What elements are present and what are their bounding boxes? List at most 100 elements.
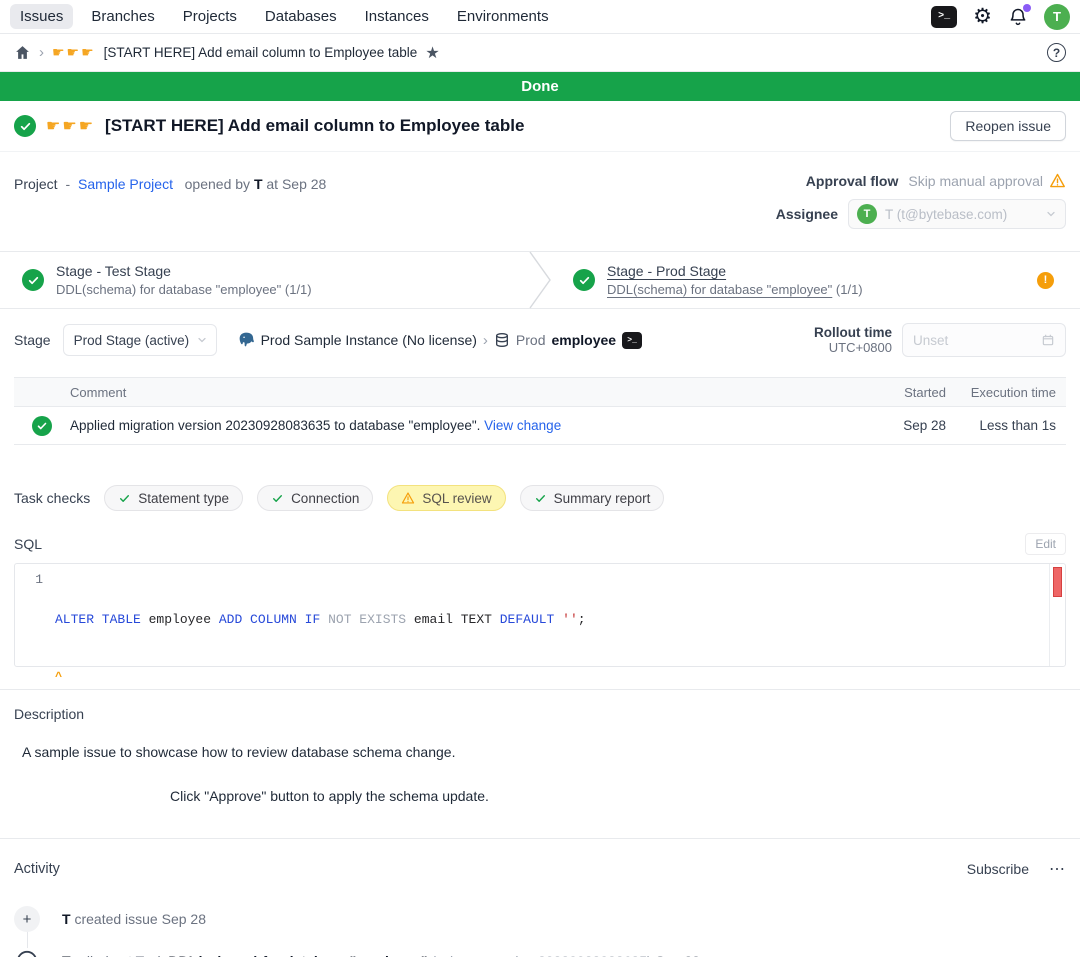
nav-item-instances[interactable]: Instances (355, 4, 439, 29)
header-started: Started (886, 385, 956, 400)
issue-done-check-icon (14, 115, 36, 137)
task-checks: Task checks Statement type Connection SQ… (0, 485, 1080, 511)
pill-label: Statement type (138, 491, 229, 506)
task-execution-time: Less than 1s (956, 418, 1066, 433)
editor-overview-ruler[interactable] (1049, 564, 1065, 666)
stage-prod-title[interactable]: Stage - Prod Stage (607, 263, 863, 279)
user-avatar[interactable]: T (1044, 4, 1070, 30)
more-options-icon[interactable]: ⋯ (1049, 859, 1066, 879)
sql-section-header: SQL Edit (0, 533, 1080, 555)
view-change-link[interactable]: View change (484, 418, 561, 433)
activity-action: rolled out Task (74, 953, 164, 957)
sql-code[interactable]: ALTER TABLE employee ADD COLUMN IF NOT E… (55, 564, 1049, 666)
project-dash: - (65, 176, 70, 192)
stage-bar: Stage - Test Stage DDL(schema) for datab… (0, 251, 1080, 309)
pill-label: Connection (291, 491, 359, 506)
help-icon[interactable]: ? (1047, 43, 1066, 62)
stage-test-subtitle: DDL(schema) for database "employee" (1/1… (56, 282, 312, 297)
stage-alert-icon[interactable]: ! (1037, 272, 1054, 289)
pill-label: Summary report (554, 491, 651, 506)
activity-text: created issue Sep 28 (74, 911, 206, 927)
opened-at: at Sep 28 (266, 176, 326, 192)
sql-label: SQL (14, 536, 42, 552)
opened-by-prefix: opened by (185, 176, 250, 192)
chevron-down-icon (196, 334, 208, 346)
sql-editor-terminal-icon[interactable]: >_ (931, 6, 957, 28)
stage-select[interactable]: Prod Stage (active) (63, 324, 217, 356)
description-line: Click "Approve" button to apply the sche… (170, 788, 1066, 804)
chevron-down-icon (1045, 208, 1057, 220)
sql-editor[interactable]: 1 ALTER TABLE employee ADD COLUMN IF NOT… (14, 563, 1066, 667)
stage-prod[interactable]: Stage - Prod Stage DDL(schema) for datab… (551, 252, 1080, 308)
sql-warning-marker: ^ (55, 667, 1049, 687)
activity-version: (schema version 20230928083635) (431, 953, 651, 957)
ruler-error-marker (1053, 567, 1062, 597)
warning-triangle-icon (1049, 172, 1066, 189)
warning-caret-icon: ^ (55, 670, 62, 684)
settings-gear-icon[interactable]: ⚙ (973, 6, 992, 27)
activity-item-rolled-out: T rolled out Task DDL(schema) for databa… (14, 947, 1066, 957)
notification-dot (1023, 4, 1031, 12)
postgres-icon (237, 331, 255, 349)
created-plus-icon: + (14, 906, 40, 932)
assignee-select[interactable]: T T (t@bytebase.com) (848, 199, 1066, 229)
project-link[interactable]: Sample Project (78, 176, 173, 192)
home-icon[interactable] (14, 44, 31, 61)
project-line: Project - Sample Project opened by T at … (14, 172, 326, 229)
check-pill-statement-type[interactable]: Statement type (104, 485, 243, 511)
calendar-icon (1041, 333, 1055, 347)
check-icon (118, 492, 131, 505)
check-pill-sql-review[interactable]: SQL review (387, 485, 505, 511)
instance-name[interactable]: Prod Sample Instance (No license) (261, 332, 477, 348)
stage-select-value: Prod Stage (active) (74, 333, 190, 348)
database-env: Prod (516, 332, 546, 348)
notification-bell-icon[interactable] (1008, 7, 1028, 27)
task-row[interactable]: Applied migration version 20230928083635… (14, 407, 1066, 445)
rollout-time-input[interactable]: Unset (902, 323, 1066, 357)
nav-item-environments[interactable]: Environments (447, 4, 559, 29)
nav-item-issues[interactable]: Issues (10, 4, 73, 29)
check-icon (534, 492, 547, 505)
task-table: Comment Started Execution time Applied m… (14, 377, 1066, 445)
opened-by-actor: T (254, 176, 263, 192)
approval-flow-label: Approval flow (806, 173, 899, 189)
task-comment: Applied migration version 20230928083635… (70, 418, 480, 433)
task-table-header: Comment Started Execution time (14, 377, 1066, 407)
subscribe-button[interactable]: Subscribe (967, 861, 1029, 877)
header-comment: Comment (70, 385, 886, 400)
favorite-star-icon[interactable]: ★ (425, 43, 439, 63)
activity-task: DDL(schema) for database "employee" (168, 953, 427, 957)
breadcrumb-issue-title: [START HERE] Add email column to Employe… (104, 45, 418, 60)
reopen-issue-button[interactable]: Reopen issue (950, 111, 1066, 141)
rollout-timezone: UTC+0800 (814, 340, 892, 355)
assignee-line: Assignee T T (t@bytebase.com) (776, 199, 1066, 229)
activity-timeline: + T created issue Sep 28 T rolled out Ta… (14, 905, 1066, 957)
nav-item-branches[interactable]: Branches (81, 4, 164, 29)
project-label: Project (14, 176, 58, 192)
check-pill-summary-report[interactable]: Summary report (520, 485, 665, 511)
activity-item-created: + T created issue Sep 28 (14, 905, 1066, 933)
issue-title-row: ☛☛☛ [START HERE] Add email column to Emp… (0, 101, 1080, 152)
stage-toolbar: Stage Prod Stage (active) Prod Sample In… (0, 309, 1080, 367)
activity-label: Activity (14, 861, 60, 877)
stage-prod-check-icon (573, 269, 595, 291)
stage-prod-subtitle[interactable]: DDL(schema) for database "employee" (607, 282, 832, 297)
stage-separator (529, 252, 551, 308)
nav-item-projects[interactable]: Projects (173, 4, 247, 29)
breadcrumb-separator: › (483, 332, 488, 349)
check-pill-connection[interactable]: Connection (257, 485, 373, 511)
stage-test-title: Stage - Test Stage (56, 263, 312, 279)
task-checks-label: Task checks (14, 490, 90, 506)
header-execution-time: Execution time (956, 385, 1066, 400)
stage-prod-count: (1/1) (836, 282, 863, 297)
stage-test[interactable]: Stage - Test Stage DDL(schema) for datab… (0, 252, 529, 308)
rollout-time-placeholder: Unset (913, 333, 1035, 348)
nav-item-databases[interactable]: Databases (255, 4, 347, 29)
sql-edit-button[interactable]: Edit (1025, 533, 1066, 555)
top-nav: Issues Branches Projects Databases Insta… (0, 0, 1080, 34)
database-name[interactable]: employee (552, 332, 617, 348)
assignee-avatar: T (857, 204, 877, 224)
status-banner: Done (0, 72, 1080, 101)
approval-flow-value: Skip manual approval (908, 173, 1043, 189)
open-sql-editor-icon[interactable]: >_ (622, 332, 642, 349)
